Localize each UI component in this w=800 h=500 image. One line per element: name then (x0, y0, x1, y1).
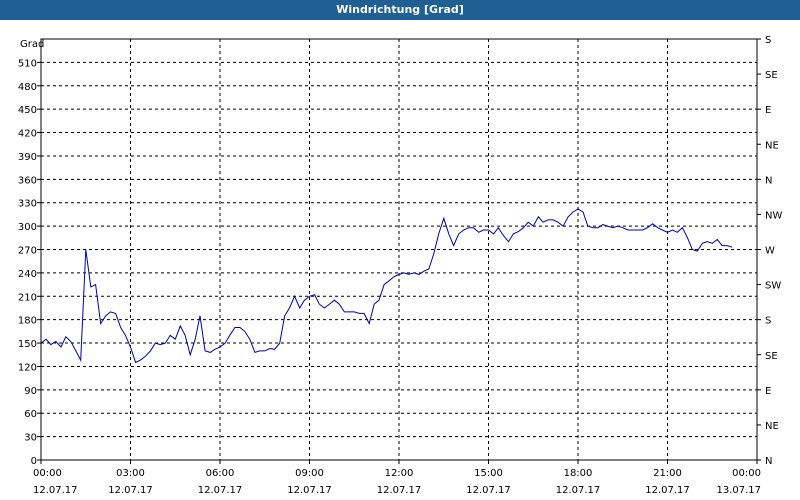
x-tick-time: 00:00 (33, 468, 62, 479)
x-tick-time: 18:00 (564, 468, 593, 479)
x-tick-date: 12.07.17 (33, 485, 78, 496)
x-tick-date: 13.07.17 (716, 485, 761, 496)
y2-tick-label: N (765, 175, 772, 186)
y-axis-label: Grad (20, 39, 44, 50)
y-tick-label: 150 (18, 339, 37, 350)
x-tick-time: 03:00 (116, 468, 145, 479)
y2-tick-label: W (765, 246, 775, 257)
x-tick-time: 06:00 (206, 468, 235, 479)
x-axis: 00:00 12.07.17 03:00 12.07.17 06:00 12.07.17 0… (33, 460, 761, 496)
x-tick-date: 12.07.17 (108, 485, 153, 496)
y2-tick-label: E (765, 105, 771, 116)
y-tick-label: 330 (18, 199, 37, 210)
x-tick-date: 12.07.17 (198, 485, 243, 496)
y-tick-label: 360 (18, 175, 37, 186)
y-tick-label: 240 (18, 269, 37, 280)
y2-tick-label: N (765, 456, 772, 467)
x-tick-time: 15:00 (474, 468, 503, 479)
x-tick-time: 00:00 (732, 468, 761, 479)
y-tick-label: 30 (24, 433, 37, 444)
x-tick-date: 12.07.17 (645, 485, 690, 496)
y-tick-label: 480 (18, 82, 37, 93)
y2-tick-label: SE (765, 351, 778, 362)
y2-tick-label: S (765, 316, 771, 327)
x-tick-date: 12.07.17 (287, 485, 332, 496)
x-tick-date: 12.07.17 (556, 485, 601, 496)
y2-tick-label: E (765, 386, 771, 397)
y2-tick-label: NE (765, 421, 779, 432)
left-y-axis: 0 30 60 90 120 150 180 210 240 270 300 330 360 390 420… (18, 58, 41, 467)
x-tick-date: 12.07.17 (466, 485, 511, 496)
x-tick-time: 12:00 (385, 468, 414, 479)
line-chart: 0 30 60 90 120 150 180 210 240 270 300 330 360 390 420… (18, 35, 783, 496)
y-tick-label: 300 (18, 222, 37, 233)
right-y-axis: N NE E SE S SW W NW N NE E SE S (757, 35, 782, 467)
y-tick-label: 450 (18, 105, 37, 116)
y2-tick-label: SW (765, 281, 781, 292)
y-tick-label: 180 (18, 316, 37, 327)
y-tick-label: 270 (18, 246, 37, 257)
y2-tick-label: S (765, 35, 771, 46)
y2-tick-label: SE (765, 70, 778, 81)
y-tick-label: 420 (18, 129, 37, 140)
y-tick-label: 390 (18, 152, 37, 163)
y-tick-label: 90 (24, 386, 37, 397)
x-tick-time: 21:00 (653, 468, 682, 479)
y-tick-label: 510 (18, 58, 37, 69)
y2-tick-label: NW (765, 210, 782, 221)
y-tick-label: 210 (18, 292, 37, 303)
x-tick-time: 09:00 (295, 468, 324, 479)
x-tick-date: 12.07.17 (377, 485, 422, 496)
chart-title: Windrichtung [Grad] (0, 0, 800, 20)
y-tick-label: 0 (31, 456, 37, 467)
y-tick-label: 120 (18, 362, 37, 373)
y2-tick-label: NE (765, 140, 779, 151)
y-tick-label: 60 (24, 409, 37, 420)
